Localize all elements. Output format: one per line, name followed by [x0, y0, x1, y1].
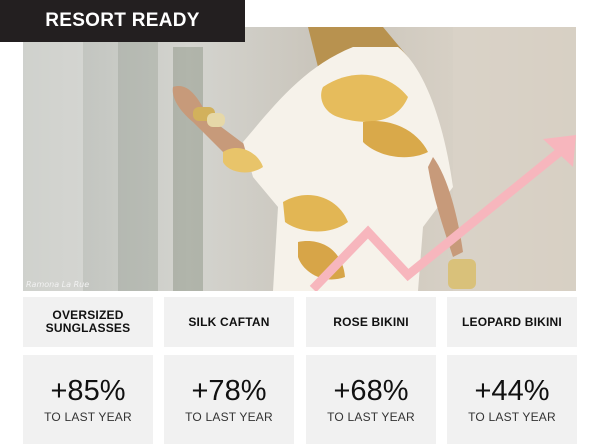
- comparison-caption: TO LAST YEAR: [44, 409, 132, 424]
- item-name: OVERSIZED SUNGLASSES: [23, 297, 153, 347]
- percent-change: +78%: [191, 374, 267, 407]
- item-name: ROSE BIKINI: [306, 297, 436, 347]
- stat-box: +85% TO LAST YEAR: [23, 355, 153, 444]
- stat-box: +44% TO LAST YEAR: [447, 355, 577, 444]
- stats-grid: OVERSIZED SUNGLASSES +85% TO LAST YEAR S…: [23, 297, 578, 444]
- hero-photo: Ramona La Rue: [23, 27, 576, 291]
- percent-change: +85%: [50, 374, 126, 407]
- comparison-caption: TO LAST YEAR: [468, 409, 556, 424]
- stat-box: +78% TO LAST YEAR: [164, 355, 294, 444]
- stat-box: +68% TO LAST YEAR: [306, 355, 436, 444]
- comparison-caption: TO LAST YEAR: [327, 409, 415, 424]
- photo-credit: Ramona La Rue: [26, 280, 90, 289]
- percent-change: +44%: [474, 374, 550, 407]
- page-title: RESORT READY: [0, 0, 245, 42]
- comparison-caption: TO LAST YEAR: [185, 409, 273, 424]
- item-name: LEOPARD BIKINI: [447, 297, 577, 347]
- percent-change: +68%: [333, 374, 409, 407]
- stat-card-leopard-bikini: LEOPARD BIKINI +44% TO LAST YEAR: [447, 297, 577, 444]
- stat-card-rose-bikini: ROSE BIKINI +68% TO LAST YEAR: [306, 297, 436, 444]
- stat-card-sunglasses: OVERSIZED SUNGLASSES +85% TO LAST YEAR: [23, 297, 153, 444]
- hero-photo-illustration: [23, 27, 576, 291]
- item-name: SILK CAFTAN: [164, 297, 294, 347]
- stat-card-silk-caftan: SILK CAFTAN +78% TO LAST YEAR: [164, 297, 294, 444]
